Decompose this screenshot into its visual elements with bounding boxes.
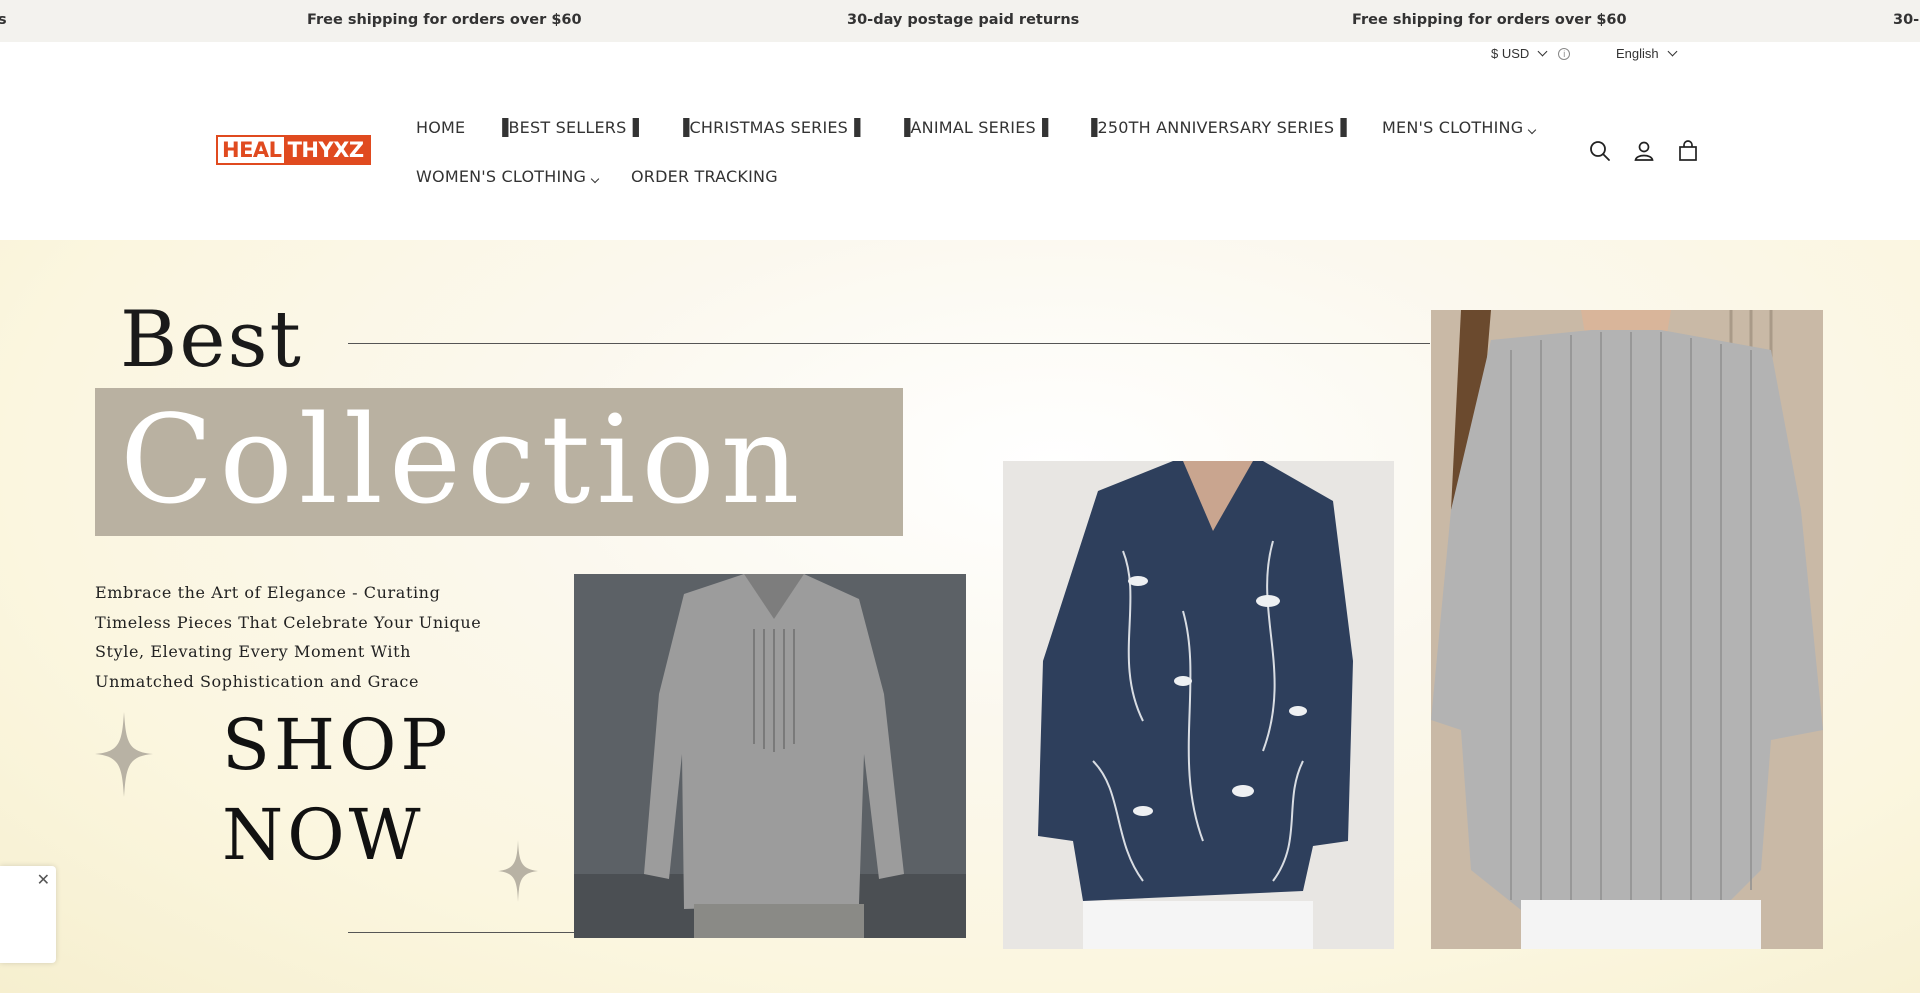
hero-banner[interactable]: Best Collection Embrace the Art of Elega… [0, 240, 1920, 993]
shop-now-line1: SHOP [222, 704, 452, 786]
chevron-down-icon [1528, 125, 1537, 135]
announcement-item: s [0, 12, 7, 28]
hero-title-main: Collection [120, 389, 806, 531]
shop-now-line2: NOW [222, 794, 425, 876]
nav-home[interactable]: HOME [416, 118, 465, 137]
site-logo[interactable]: HEAL THYXZ [216, 135, 371, 165]
shop-now-button[interactable]: SHOP NOW [222, 700, 452, 880]
search-icon[interactable] [1589, 140, 1611, 162]
cart-icon[interactable] [1677, 140, 1699, 162]
nav-womens-clothing-label: WOMEN'S CLOTHING [416, 167, 587, 186]
product-image-grey-blouse[interactable] [574, 574, 966, 938]
nav-animal-series[interactable]: ▐ANIMAL SERIES▐ [898, 118, 1048, 137]
nav-order-tracking[interactable]: ORDER TRACKING [631, 167, 778, 186]
announcement-item: Free shipping for orders over $60 [307, 12, 582, 28]
currency-label: $ USD [1491, 46, 1530, 61]
divider-line [348, 932, 574, 933]
nav-best-sellers[interactable]: ▐BEST SELLERS▐ [496, 118, 639, 137]
nav-womens-clothing[interactable]: WOMEN'S CLOTHING [416, 167, 600, 186]
announcement-item: 30- [1893, 12, 1920, 28]
nav-mens-clothing[interactable]: MEN'S CLOTHING [1382, 118, 1537, 137]
currency-selector[interactable]: $ USD i [1491, 46, 1571, 61]
announcement-item: 30-day postage paid returns [847, 12, 1080, 28]
hero-description: Embrace the Art of Elegance - Curating T… [95, 583, 482, 691]
logo-text-part2: THYXZ [283, 137, 369, 163]
chevron-down-icon [1667, 46, 1678, 57]
product-image-floral-shirt[interactable] [1003, 461, 1394, 949]
info-icon: i [1558, 47, 1571, 60]
announcement-bar: s Free shipping for orders over $60 30-d… [0, 0, 1920, 42]
account-icon[interactable] [1633, 140, 1655, 162]
divider-line [348, 343, 1430, 344]
promo-popup: ✕ [0, 866, 56, 963]
logo-text-part1: HEAL [218, 137, 284, 163]
chevron-down-icon [590, 174, 600, 184]
hero-title-top: Best [120, 295, 303, 385]
language-selector[interactable]: English [1616, 46, 1678, 61]
nav-mens-clothing-label: MEN'S CLOTHING [1382, 118, 1524, 137]
sparkle-icon [498, 840, 538, 902]
nav-250th-anniversary-series[interactable]: ▐250TH ANNIVERSARY SERIES▐ [1085, 118, 1347, 137]
language-label: English [1616, 46, 1659, 61]
sparkle-icon [95, 712, 153, 797]
close-icon[interactable]: ✕ [37, 870, 50, 890]
product-image-striped-tunic[interactable] [1431, 310, 1823, 949]
announcement-item: Free shipping for orders over $60 [1352, 12, 1627, 28]
chevron-down-icon [1537, 46, 1548, 57]
nav-christmas-series[interactable]: ▐CHRISTMAS SERIES▐ [677, 118, 861, 137]
